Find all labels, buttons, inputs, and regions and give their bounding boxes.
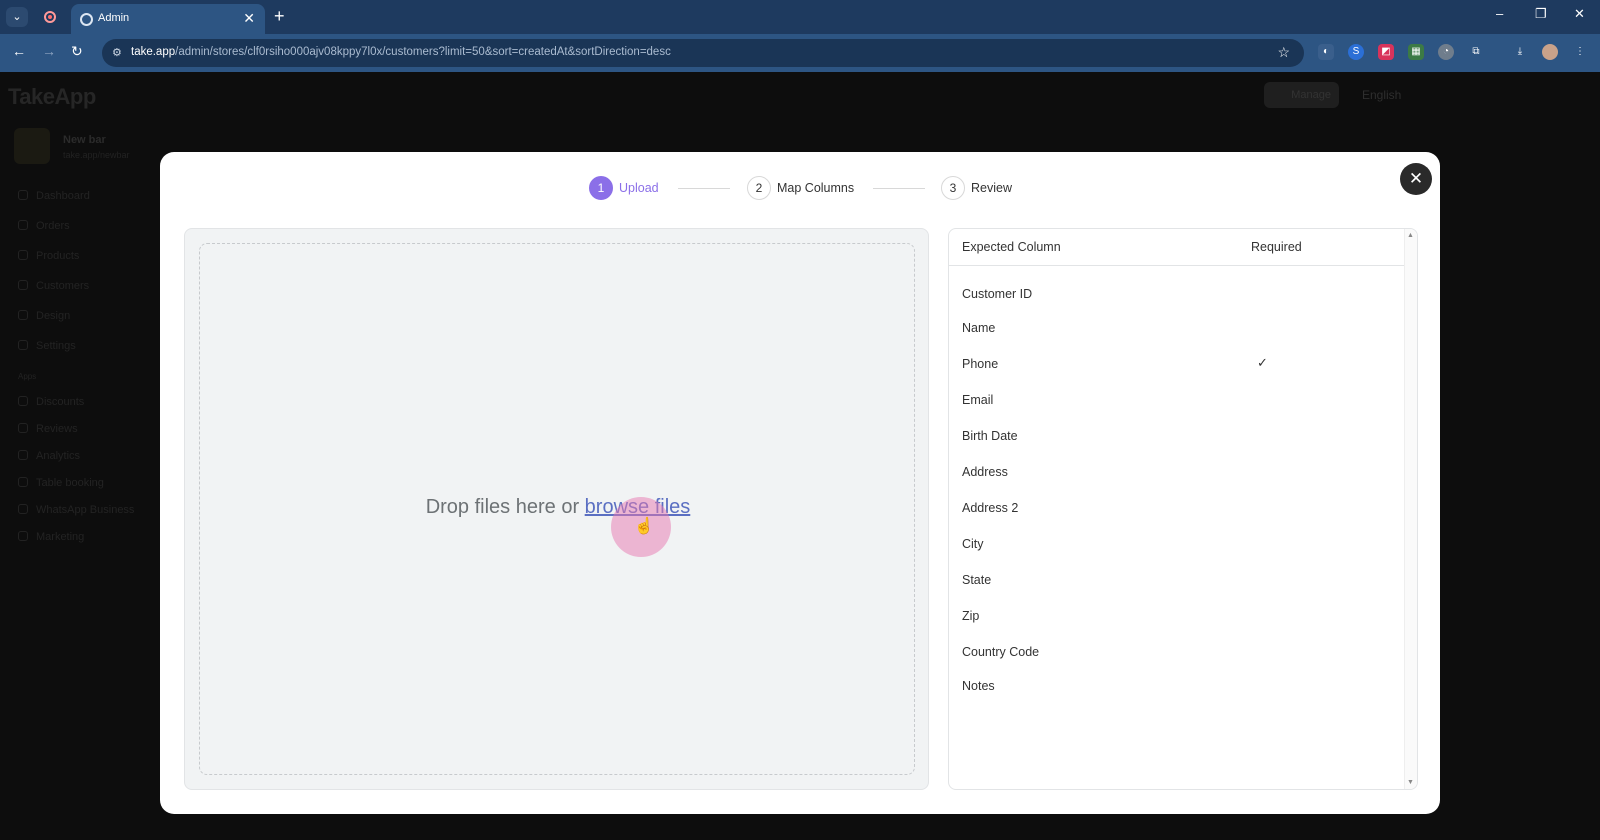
minimize-button[interactable]: –	[1496, 6, 1503, 21]
table-row: Customer ID	[962, 287, 1033, 301]
step-connector	[678, 188, 730, 189]
site-info-icon[interactable]: ⚙	[112, 46, 122, 59]
table-row: Name	[962, 321, 996, 335]
restore-button[interactable]: ❐	[1535, 6, 1547, 22]
expected-columns-table: Expected Column Required Customer ID Nam…	[948, 228, 1418, 790]
step-3-label: Review	[971, 181, 1012, 195]
import-customers-modal: ✕ 1 Upload 2 Map Columns 3 Review Drop f…	[160, 152, 1440, 814]
browser-menu-icon[interactable]: ⋮	[1572, 44, 1588, 60]
language-select[interactable]: English	[1362, 88, 1401, 102]
step-3-indicator: 3	[941, 176, 965, 200]
sidebar-item-reviews[interactable]: Reviews	[18, 423, 78, 435]
extension-shield-icon[interactable]: ◐	[1318, 44, 1334, 60]
import-stepper: 1 Upload 2 Map Columns 3 Review	[160, 176, 1440, 200]
sidebar-item-dashboard[interactable]: Dashboard	[18, 190, 90, 202]
table-row: Email	[962, 393, 994, 407]
step-1-label: Upload	[619, 181, 659, 195]
new-tab-button[interactable]: +	[274, 6, 285, 27]
sidebar-item-table-booking[interactable]: Table booking	[18, 477, 104, 489]
step-2-label: Map Columns	[777, 181, 855, 195]
step-connector	[873, 188, 925, 189]
file-dropzone[interactable]: Drop files here or browse files ☝	[199, 243, 915, 775]
table-scrollbar[interactable]: ▲ ▼	[1404, 229, 1417, 789]
forward-arrow-icon[interactable]: →	[42, 43, 56, 59]
tab-close-icon[interactable]: ✕	[243, 10, 255, 27]
step-2-indicator: 2	[747, 176, 771, 200]
store-name: New bar	[63, 134, 106, 146]
table-row: Zip	[962, 609, 980, 623]
table-row: Address	[962, 465, 1008, 479]
table-row: State	[962, 573, 992, 587]
sidebar-item-design[interactable]: Design	[18, 310, 70, 322]
table-row: City	[962, 537, 984, 551]
back-arrow-icon[interactable]: ←	[12, 43, 26, 59]
table-row: Birth Date	[962, 429, 1018, 443]
table-header: Expected Column Required	[949, 229, 1404, 266]
step-1-indicator: 1	[589, 176, 613, 200]
store-subtitle: take.app/newbar	[63, 150, 130, 160]
extension-s-icon[interactable]: S	[1348, 44, 1364, 60]
address-bar[interactable]: ⚙ take.app/admin/stores/clf0rsiho000ajv0…	[102, 39, 1304, 67]
sidebar-item-customers[interactable]: Customers	[18, 280, 89, 292]
table-row: Country Code	[962, 645, 1040, 659]
extensions-puzzle-icon[interactable]: ⧉	[1468, 44, 1484, 60]
tab-title: Admin	[98, 12, 130, 24]
table-row: Phone	[962, 357, 999, 371]
sidebar-item-settings[interactable]: Settings	[18, 340, 76, 352]
download-icon[interactable]: ⤓	[1512, 44, 1528, 60]
expected-column-header: Expected Column	[962, 240, 1061, 254]
extension-globe-icon[interactable]: ◔	[1438, 44, 1454, 60]
sidebar-item-whatsapp-business[interactable]: WhatsApp Business	[18, 504, 134, 516]
profile-avatar-icon[interactable]	[1542, 44, 1558, 60]
dropzone-text: Drop files here or browse files	[200, 496, 916, 519]
sidebar-item-orders[interactable]: Orders	[18, 220, 70, 232]
reload-icon[interactable]: ↻	[71, 43, 83, 60]
required-check-icon: ✓	[1257, 355, 1268, 370]
required-header: Required	[1251, 240, 1302, 254]
takeapp-favicon-icon	[80, 13, 93, 26]
hand-cursor-icon: ☝	[634, 518, 654, 535]
extension-green-icon[interactable]: ▦	[1408, 44, 1424, 60]
window-close-button[interactable]: ✕	[1574, 6, 1585, 22]
sidebar-item-marketing[interactable]: Marketing	[18, 531, 84, 543]
bookmark-star-icon[interactable]: ☆	[1277, 44, 1290, 61]
upload-panel: Drop files here or browse files ☝	[184, 228, 929, 790]
scroll-up-arrow-icon[interactable]: ▲	[1407, 232, 1414, 239]
sidebar-section-apps: Apps	[18, 372, 37, 381]
extension-pdf-icon[interactable]: ◩	[1378, 44, 1394, 60]
sidebar-item-discounts[interactable]: Discounts	[18, 396, 84, 408]
table-row: Notes	[962, 679, 995, 693]
scroll-down-arrow-icon[interactable]: ▼	[1407, 779, 1414, 786]
browse-files-link[interactable]: browse files	[585, 496, 691, 518]
sidebar-item-analytics[interactable]: Analytics	[18, 450, 80, 462]
tab-search-button[interactable]: ⌄	[6, 7, 28, 27]
table-row: Address 2	[962, 501, 1019, 515]
store-avatar	[14, 128, 50, 164]
browser-tab-admin[interactable]: Admin ✕	[71, 4, 265, 34]
sidebar-item-products[interactable]: Products	[18, 250, 79, 262]
recording-icon[interactable]	[44, 11, 56, 23]
dropzone-instruction: Drop files here or	[425, 496, 585, 518]
manage-button[interactable]: Manage	[1264, 82, 1339, 108]
takeapp-logo: TakeApp	[8, 84, 96, 109]
url-text[interactable]: take.app/admin/stores/clf0rsiho000ajv08k…	[131, 46, 671, 58]
browser-tab-strip: ⌄ Admin ✕ + – ❐ ✕	[0, 0, 1600, 34]
browser-toolbar: ← → ↻ ⚙ take.app/admin/stores/clf0rsiho0…	[0, 34, 1600, 72]
